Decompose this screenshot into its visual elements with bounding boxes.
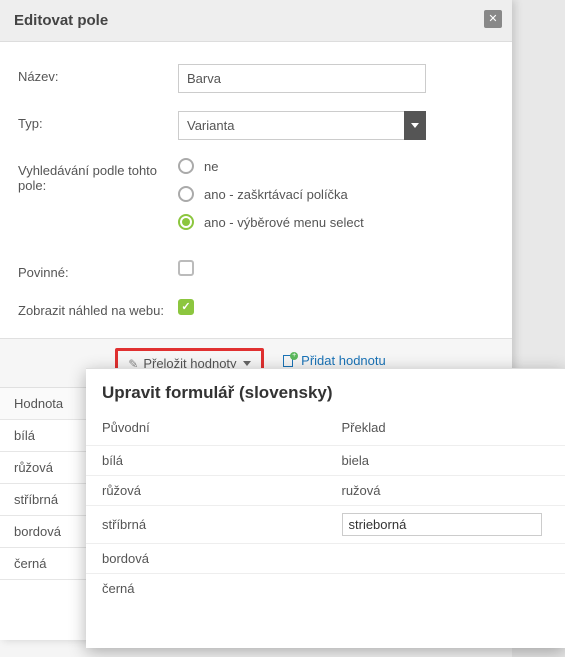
radio-label: ano - zaškrtávací políčka [204,187,348,202]
search-label: Vyhledávání podle tohto pole: [18,158,178,193]
radio-search-select[interactable]: ano - výběrové menu select [178,214,494,230]
table-row: stříbrná [86,506,565,544]
type-value: Varianta [178,111,426,140]
translation-cell[interactable] [326,574,565,604]
translate-table: Původní Překlad bílábielarůžováružovástř… [86,413,565,603]
table-row: černá [86,574,565,604]
required-checkbox[interactable] [178,260,194,276]
radio-icon [178,158,194,174]
row-required: Povinné: [18,260,494,280]
translation-cell[interactable]: biela [326,446,565,476]
row-name: Název: [18,64,494,93]
radio-icon [178,214,194,230]
form-body: Název: Typ: Varianta Vyhledávání podle t… [0,42,512,338]
preview-label: Zobrazit náhled na webu: [18,298,178,318]
row-search: Vyhledávání podle tohto pole: ne ano - z… [18,158,494,242]
row-type: Typ: Varianta [18,111,494,140]
original-cell: černá [86,574,326,604]
type-select[interactable]: Varianta [178,111,426,140]
col-original: Původní [86,413,326,446]
original-cell: růžová [86,476,326,506]
original-cell: bílá [86,446,326,476]
radio-search-checkboxes[interactable]: ano - zaškrtávací políčka [178,186,494,202]
dialog-title: Editovat pole [14,12,498,29]
table-row: růžováružová [86,476,565,506]
table-row: bílábiela [86,446,565,476]
translate-modal-title: Upravit formulář (slovensky) [86,369,565,413]
table-row: bordová [86,544,565,574]
translation-input[interactable] [342,513,542,536]
required-label: Povinné: [18,260,178,280]
radio-search-no[interactable]: ne [178,158,494,174]
close-icon: ✕ [488,13,497,25]
row-preview: Zobrazit náhled na webu: [18,298,494,318]
name-label: Název: [18,64,178,84]
radio-label: ano - výběrové menu select [204,215,364,230]
preview-checkbox[interactable] [178,299,194,315]
add-document-icon: + [282,354,296,368]
name-input[interactable] [178,64,426,93]
col-translation: Překlad [326,413,565,446]
translation-cell[interactable] [326,544,565,574]
translation-cell[interactable] [326,506,565,544]
add-label: Přidat hodnotu [301,353,386,368]
type-label: Typ: [18,111,178,131]
translation-cell[interactable]: ružová [326,476,565,506]
close-button[interactable]: ✕ [484,10,502,28]
caret-down-icon [243,361,251,366]
original-cell: stříbrná [86,506,326,544]
dialog-header: Editovat pole ✕ [0,0,512,42]
search-options: ne ano - zaškrtávací políčka ano - výběr… [178,158,494,242]
radio-icon [178,186,194,202]
radio-label: ne [204,159,218,174]
original-cell: bordová [86,544,326,574]
translate-modal: Upravit formulář (slovensky) Původní Pře… [86,368,565,648]
